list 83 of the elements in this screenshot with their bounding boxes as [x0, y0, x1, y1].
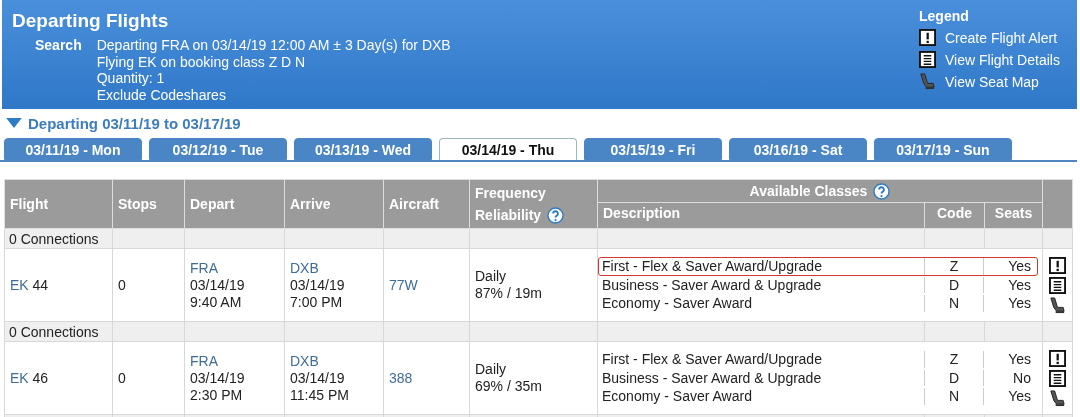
- date-tab[interactable]: 03/12/19 - Tue: [149, 138, 287, 160]
- legend-title: Legend: [919, 8, 970, 24]
- flight-number: 44: [32, 277, 49, 293]
- search-criteria-text: Flying EK on booking class Z D N: [96, 53, 307, 70]
- frequency-text: Daily: [475, 268, 508, 285]
- table-cell: 0: [112, 248, 185, 322]
- date-tab[interactable]: 03/11/19 - Mon: [4, 138, 142, 160]
- class-description: Business - Saver Award & Upgrade: [602, 369, 823, 387]
- time-text: 11:45 PM: [290, 386, 350, 404]
- seats-text: No: [983, 369, 1037, 387]
- date-text: 03/14/19: [290, 369, 346, 387]
- date-text: 03/14/19: [290, 276, 346, 294]
- seats-text: Yes: [983, 276, 1037, 294]
- column-header: Aircraft: [383, 179, 470, 229]
- class-code: Z: [924, 351, 983, 368]
- column-header: Arrive: [284, 179, 384, 229]
- class-code: D: [924, 276, 983, 294]
- search-criteria-text: Quantity: 1: [96, 70, 166, 87]
- date-text: 03/14/19: [190, 276, 246, 294]
- connections-label: 0 Connections: [4, 228, 113, 249]
- reliability-text: 69% / 35m: [475, 378, 543, 395]
- date-range-heading[interactable]: Departing 03/11/19 to 03/17/19: [28, 114, 241, 132]
- class-description: First - Flex & Saver Award/Upgrade: [602, 258, 823, 275]
- date-tab[interactable]: 03/14/19 - Thu: [439, 138, 577, 160]
- airline-link[interactable]: EK: [10, 277, 29, 293]
- help-icon[interactable]: [873, 182, 891, 200]
- column-header: Stops: [112, 179, 185, 229]
- legend-link[interactable]: Create Flight Alert: [945, 29, 1058, 46]
- aircraft-link[interactable]: 388: [389, 370, 413, 386]
- connections-label: 0 Connections: [4, 321, 113, 342]
- column-header: Frequency: [475, 184, 547, 203]
- frequency-text: Daily: [475, 361, 508, 378]
- date-tab[interactable]: 03/13/19 - Wed: [294, 138, 432, 160]
- date-tab[interactable]: 03/16/19 - Sat: [729, 138, 867, 160]
- table-cell: 0: [112, 341, 185, 415]
- alert-icon[interactable]: [1049, 256, 1066, 274]
- class-description: Economy - Saver Award: [602, 388, 753, 405]
- airport-link[interactable]: FRA: [190, 259, 279, 277]
- class-code: N: [924, 295, 983, 312]
- search-criteria-text: Exclude Codeshares: [96, 86, 227, 103]
- time-text: 2:30 PM: [190, 386, 244, 404]
- date-text: 03/14/19: [190, 369, 246, 387]
- column-header: Available Classes: [749, 183, 868, 200]
- seat-icon[interactable]: [1049, 296, 1066, 314]
- legend-link[interactable]: View Seat Map: [945, 73, 1039, 90]
- aircraft-link[interactable]: 77W: [389, 277, 418, 293]
- column-header: Reliability: [475, 206, 542, 225]
- time-text: 7:00 PM: [290, 293, 344, 311]
- airline-link[interactable]: EK: [10, 370, 29, 386]
- alert-icon[interactable]: [1049, 349, 1066, 367]
- class-code: Z: [924, 258, 983, 275]
- document-icon[interactable]: [1049, 276, 1066, 294]
- airport-link[interactable]: DXB: [290, 259, 378, 277]
- class-description: First - Flex & Saver Award/Upgrade: [602, 351, 823, 368]
- seats-text: Yes: [983, 295, 1037, 312]
- seats-text: Yes: [983, 388, 1037, 405]
- search-criteria-text: Departing FRA on 03/14/19 12:00 AM ± 3 Day(s) for DXB: [96, 37, 451, 54]
- seats-text: Yes: [983, 351, 1037, 368]
- alert-icon: [919, 29, 936, 46]
- reliability-text: 87% / 19m: [475, 285, 543, 302]
- airport-link[interactable]: FRA: [190, 352, 279, 370]
- airport-link[interactable]: DXB: [290, 352, 378, 370]
- seat-icon[interactable]: [1049, 389, 1066, 407]
- column-header: Flight: [4, 179, 113, 229]
- seats-text: Yes: [983, 258, 1037, 275]
- class-description: Business - Saver Award & Upgrade: [602, 276, 823, 294]
- class-code: D: [924, 369, 983, 387]
- seat-icon: [919, 73, 936, 90]
- help-icon[interactable]: [547, 206, 565, 224]
- document-icon[interactable]: [1049, 369, 1066, 387]
- class-description: Economy - Saver Award: [602, 295, 753, 312]
- search-label: Search: [35, 37, 82, 55]
- legend-link[interactable]: View Flight Details: [945, 51, 1060, 68]
- time-text: 9:40 AM: [190, 293, 243, 311]
- column-header: Depart: [184, 179, 285, 229]
- document-icon: [919, 51, 936, 68]
- class-code: N: [924, 388, 983, 405]
- collapse-icon[interactable]: [6, 118, 22, 128]
- date-tab[interactable]: 03/17/19 - Sun: [874, 138, 1012, 160]
- flight-number: 46: [32, 370, 49, 386]
- date-tab[interactable]: 03/15/19 - Fri: [584, 138, 722, 160]
- page-title: Departing Flights: [11, 9, 170, 32]
- column-header: Description: [597, 202, 925, 229]
